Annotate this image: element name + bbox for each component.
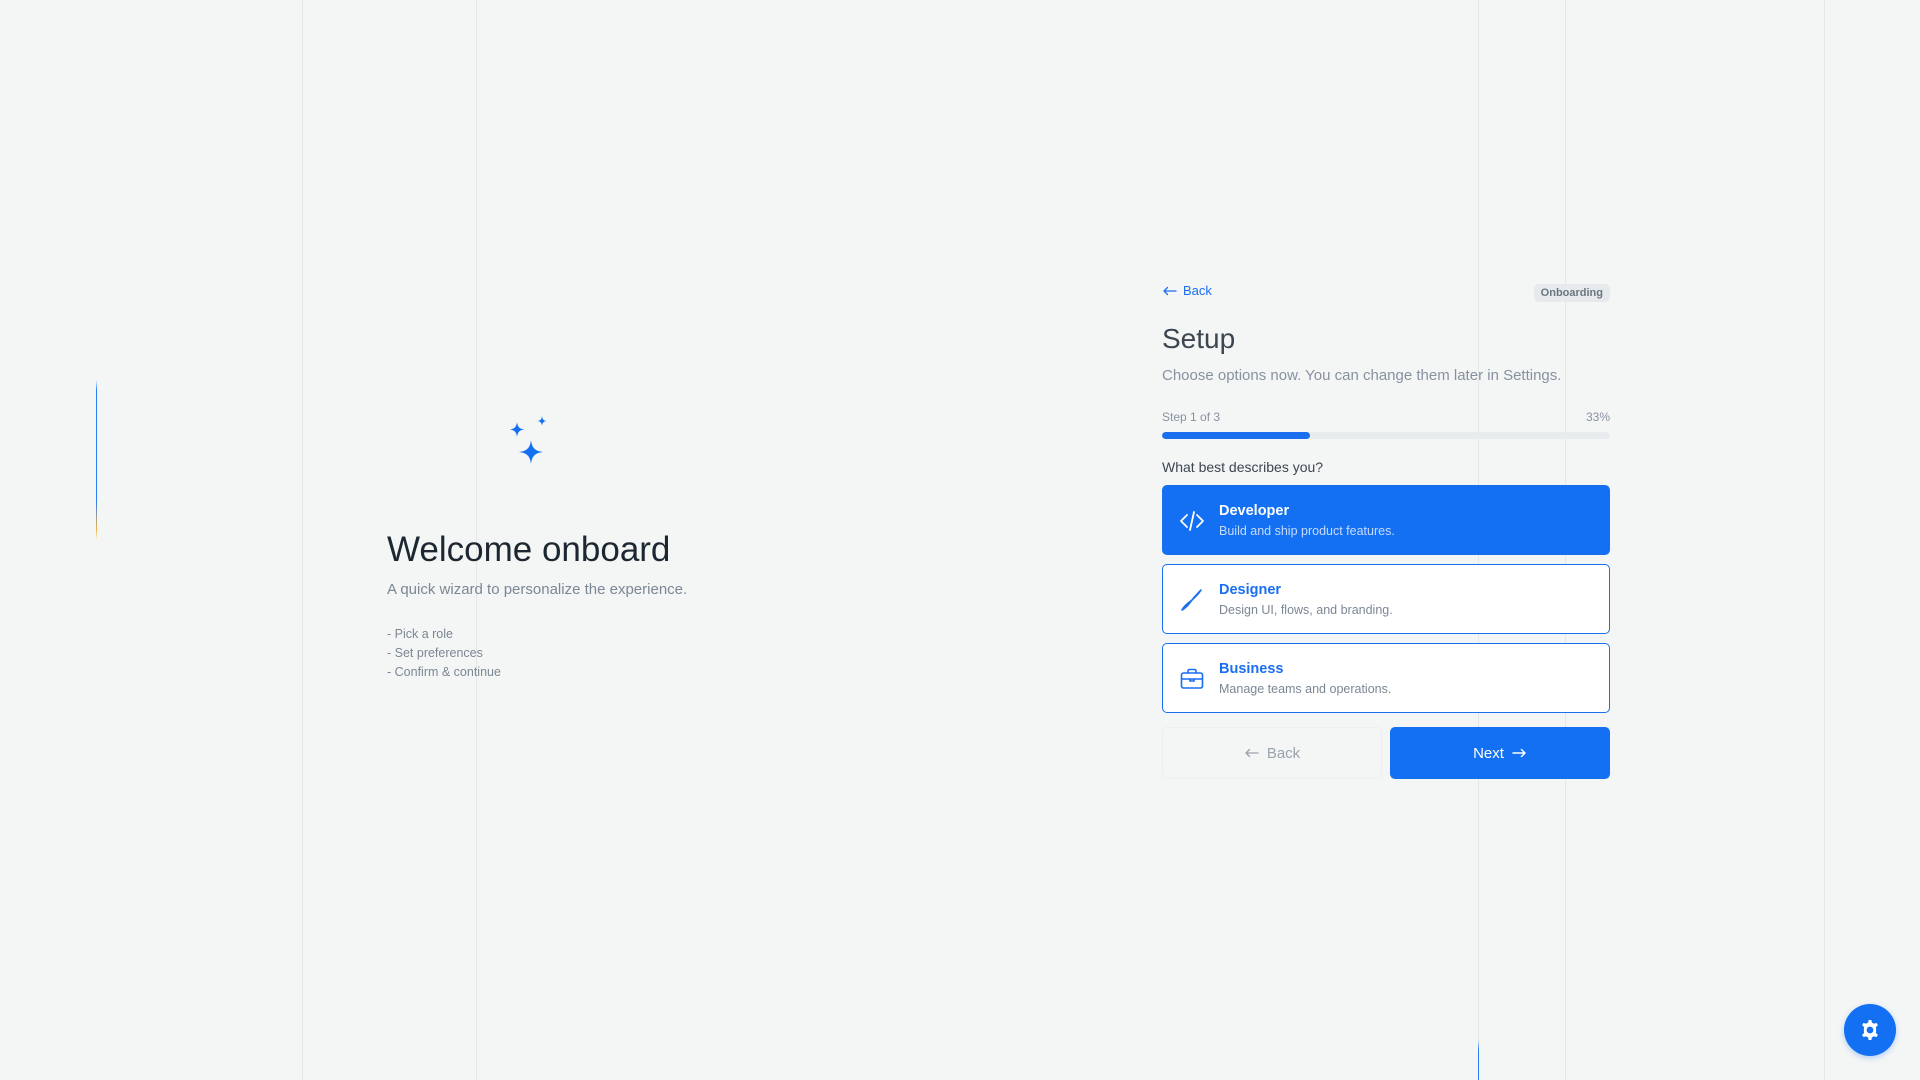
arrow-left-icon (1245, 748, 1259, 758)
briefcase-icon (1180, 668, 1204, 689)
progress-labels: Step 1 of 3 33% (1162, 410, 1610, 426)
list-item: - Set preferences (387, 646, 483, 660)
question-label: What best describes you? (1162, 459, 1324, 475)
back-link[interactable]: Back (1162, 283, 1212, 298)
role-options: Developer Build and ship product feature… (1162, 485, 1610, 713)
option-description: Build and ship product features. (1219, 524, 1395, 538)
setup-panel: Back Onboarding Setup Choose options now… (1162, 283, 1610, 779)
step-label: Step 1 of 3 (1162, 410, 1221, 424)
wizard-actions: Back Next (1162, 727, 1610, 779)
arrow-right-icon (1512, 748, 1526, 758)
option-developer[interactable]: Developer Build and ship product feature… (1162, 485, 1610, 555)
page-subtitle: Choose options now. You can change them … (1162, 367, 1562, 384)
back-link-label: Back (1183, 283, 1212, 298)
option-description: Manage teams and operations. (1219, 682, 1392, 696)
sparkles-icon (510, 416, 547, 464)
welcome-subtitle: A quick wizard to personalize the experi… (387, 581, 688, 598)
welcome-title: Welcome onboard (387, 530, 671, 569)
option-designer[interactable]: Designer Design UI, flows, and branding. (1162, 564, 1610, 634)
back-button[interactable]: Back (1162, 727, 1382, 779)
next-button[interactable]: Next (1390, 727, 1610, 779)
progress-bar (1162, 432, 1610, 439)
background-line (1824, 0, 1825, 1080)
next-button-label: Next (1473, 744, 1504, 762)
option-title: Developer (1219, 503, 1290, 519)
page-title: Setup (1162, 323, 1236, 354)
progress-fill (1162, 432, 1310, 439)
progress-percent: 33% (1585, 410, 1610, 424)
code-icon (1180, 511, 1204, 531)
option-title: Designer (1219, 582, 1282, 598)
settings-button[interactable] (1844, 1004, 1896, 1056)
back-button-label: Back (1266, 744, 1301, 762)
background-line (302, 0, 303, 1080)
onboarding-badge: Onboarding (1533, 284, 1610, 302)
steps-list: - Pick a role - Set preferences - Confir… (387, 625, 501, 682)
option-title: Business (1219, 661, 1284, 677)
list-item: - Pick a role (387, 627, 453, 641)
gear-icon (1862, 1020, 1878, 1040)
list-item: - Confirm & continue (387, 665, 501, 679)
brush-icon (1181, 589, 1202, 611)
option-description: Design UI, flows, and branding. (1219, 603, 1393, 617)
option-business[interactable]: Business Manage teams and operations. (1162, 643, 1610, 713)
arrow-left-icon (1163, 286, 1177, 295)
background-line (96, 0, 97, 1080)
